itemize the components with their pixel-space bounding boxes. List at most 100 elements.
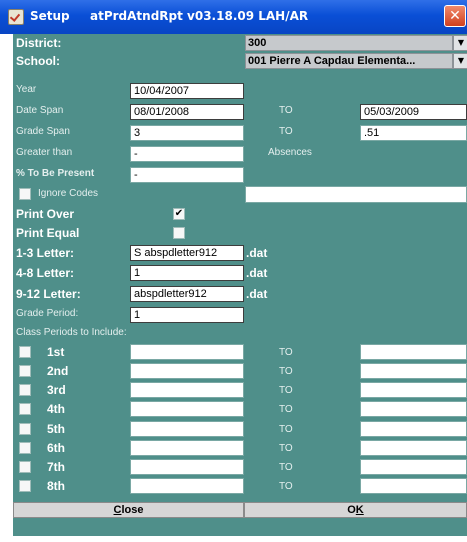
period-to-input[interactable] xyxy=(360,363,467,379)
period-from-input[interactable] xyxy=(130,363,244,379)
window-subtitle: atPrdAtndRpt v03.18.09 LAH/AR xyxy=(90,9,309,23)
ok-button[interactable]: OK xyxy=(244,502,467,518)
period-checkbox[interactable] xyxy=(19,346,31,358)
period-to-input[interactable] xyxy=(360,382,467,398)
period-to-label: TO xyxy=(279,443,293,454)
title-bar[interactable]: Setup atPrdAtndRpt v03.18.09 LAH/AR ✕ xyxy=(0,0,467,34)
period-checkbox[interactable] xyxy=(19,480,31,492)
period-to-label: TO xyxy=(279,424,293,435)
period-to-input[interactable] xyxy=(360,478,467,494)
grade-span-label: Grade Span xyxy=(16,126,70,137)
letter-1-3-input[interactable]: S abspdletter912 xyxy=(130,245,244,261)
percent-present-label: % To Be Present xyxy=(16,168,95,179)
window-title: Setup xyxy=(30,9,70,23)
school-dropdown-arrow-icon[interactable]: ▼ xyxy=(453,53,467,69)
ok-label: O xyxy=(347,504,356,516)
ignore-codes-checkbox[interactable] xyxy=(19,188,31,200)
date-span-from-input[interactable]: 08/01/2008 xyxy=(130,104,244,120)
period-from-input[interactable] xyxy=(130,459,244,475)
grade-span-to-label: TO xyxy=(279,126,293,137)
period-label: 6th xyxy=(47,441,65,455)
letter-1-3-label: 1-3 Letter: xyxy=(16,246,75,260)
greater-than-label: Greater than xyxy=(16,147,73,158)
district-label: District: xyxy=(16,36,62,50)
percent-present-input[interactable]: - xyxy=(130,167,244,183)
print-equal-label: Print Equal xyxy=(16,226,80,240)
period-checkbox[interactable] xyxy=(19,365,31,377)
period-row-7th: 7th TO xyxy=(13,458,467,476)
date-span-label: Date Span xyxy=(16,105,64,116)
print-equal-checkbox[interactable] xyxy=(173,227,185,239)
setup-window: Setup atPrdAtndRpt v03.18.09 LAH/AR ✕ Di… xyxy=(0,0,467,542)
letter-9-12-input[interactable]: abspdletter912 xyxy=(130,286,244,302)
period-label: 3rd xyxy=(47,383,66,397)
period-from-input[interactable] xyxy=(130,344,244,360)
district-select[interactable]: 300 xyxy=(245,35,453,51)
period-to-input[interactable] xyxy=(360,344,467,360)
period-row-6th: 6th TO xyxy=(13,439,467,457)
period-to-label: TO xyxy=(279,385,293,396)
period-to-input[interactable] xyxy=(360,401,467,417)
checkmark-icon: ✔ xyxy=(174,208,184,219)
period-from-input[interactable] xyxy=(130,401,244,417)
print-over-checkbox[interactable]: ✔ xyxy=(173,208,185,220)
letter-4-8-label: 4-8 Letter: xyxy=(16,266,75,280)
grade-span-to-input[interactable]: .51 xyxy=(360,125,467,141)
period-checkbox[interactable] xyxy=(19,384,31,396)
period-to-label: TO xyxy=(279,462,293,473)
school-select[interactable]: 001 Pierre A Capdau Elementa... xyxy=(245,53,453,69)
grade-span-from-input[interactable]: 3 xyxy=(130,125,244,141)
period-label: 1st xyxy=(47,345,65,359)
period-label: 5th xyxy=(47,422,65,436)
letter-1-3-suffix: .dat xyxy=(246,246,268,260)
period-label: 2nd xyxy=(47,364,69,378)
period-checkbox[interactable] xyxy=(19,403,31,415)
period-to-label: TO xyxy=(279,481,293,492)
print-over-label: Print Over xyxy=(16,207,75,221)
period-row-3rd: 3rd TO xyxy=(13,381,467,399)
close-window-button[interactable]: ✕ xyxy=(444,5,466,27)
period-row-2nd: 2nd TO xyxy=(13,362,467,380)
period-label: 4th xyxy=(47,402,65,416)
date-span-to-input[interactable]: 05/03/2009 xyxy=(360,104,467,120)
period-from-input[interactable] xyxy=(130,478,244,494)
period-to-label: TO xyxy=(279,347,293,358)
ok-mnemonic: K xyxy=(355,504,364,516)
year-label: Year xyxy=(16,84,37,95)
letter-4-8-input[interactable]: 1 xyxy=(130,265,244,281)
java-app-icon xyxy=(8,9,24,25)
period-to-label: TO xyxy=(279,366,293,377)
period-label: 8th xyxy=(47,479,65,493)
period-to-label: TO xyxy=(279,404,293,415)
ignore-codes-input[interactable] xyxy=(245,186,467,203)
period-checkbox[interactable] xyxy=(19,461,31,473)
period-from-input[interactable] xyxy=(130,440,244,456)
period-label: 7th xyxy=(47,460,65,474)
district-dropdown-arrow-icon[interactable]: ▼ xyxy=(453,35,467,51)
period-checkbox[interactable] xyxy=(19,423,31,435)
date-span-to-label: TO xyxy=(279,105,293,116)
period-to-input[interactable] xyxy=(360,440,467,456)
school-label: School: xyxy=(16,54,60,68)
ignore-codes-label: Ignore Codes xyxy=(38,188,99,199)
letter-9-12-suffix: .dat xyxy=(246,287,268,301)
grade-period-input[interactable]: 1 xyxy=(130,307,244,323)
close-button[interactable]: Close xyxy=(13,502,244,518)
greater-than-input[interactable]: - xyxy=(130,146,244,162)
close-label: lose xyxy=(121,504,144,516)
close-icon: ✕ xyxy=(449,8,461,24)
form-panel: District: 300 ▼ School: 001 Pierre A Cap… xyxy=(13,34,467,536)
period-to-input[interactable] xyxy=(360,459,467,475)
period-row-8th: 8th TO xyxy=(13,477,467,495)
period-to-input[interactable] xyxy=(360,421,467,437)
period-row-1st: 1st TO xyxy=(13,343,467,361)
period-row-5th: 5th TO xyxy=(13,420,467,438)
year-input[interactable]: 10/04/2007 xyxy=(130,83,244,99)
period-row-4th: 4th TO xyxy=(13,400,467,418)
period-from-input[interactable] xyxy=(130,382,244,398)
period-from-input[interactable] xyxy=(130,421,244,437)
letter-9-12-label: 9-12 Letter: xyxy=(16,287,81,301)
class-periods-label: Class Periods to Include: xyxy=(16,327,127,338)
period-checkbox[interactable] xyxy=(19,442,31,454)
letter-4-8-suffix: .dat xyxy=(246,266,268,280)
